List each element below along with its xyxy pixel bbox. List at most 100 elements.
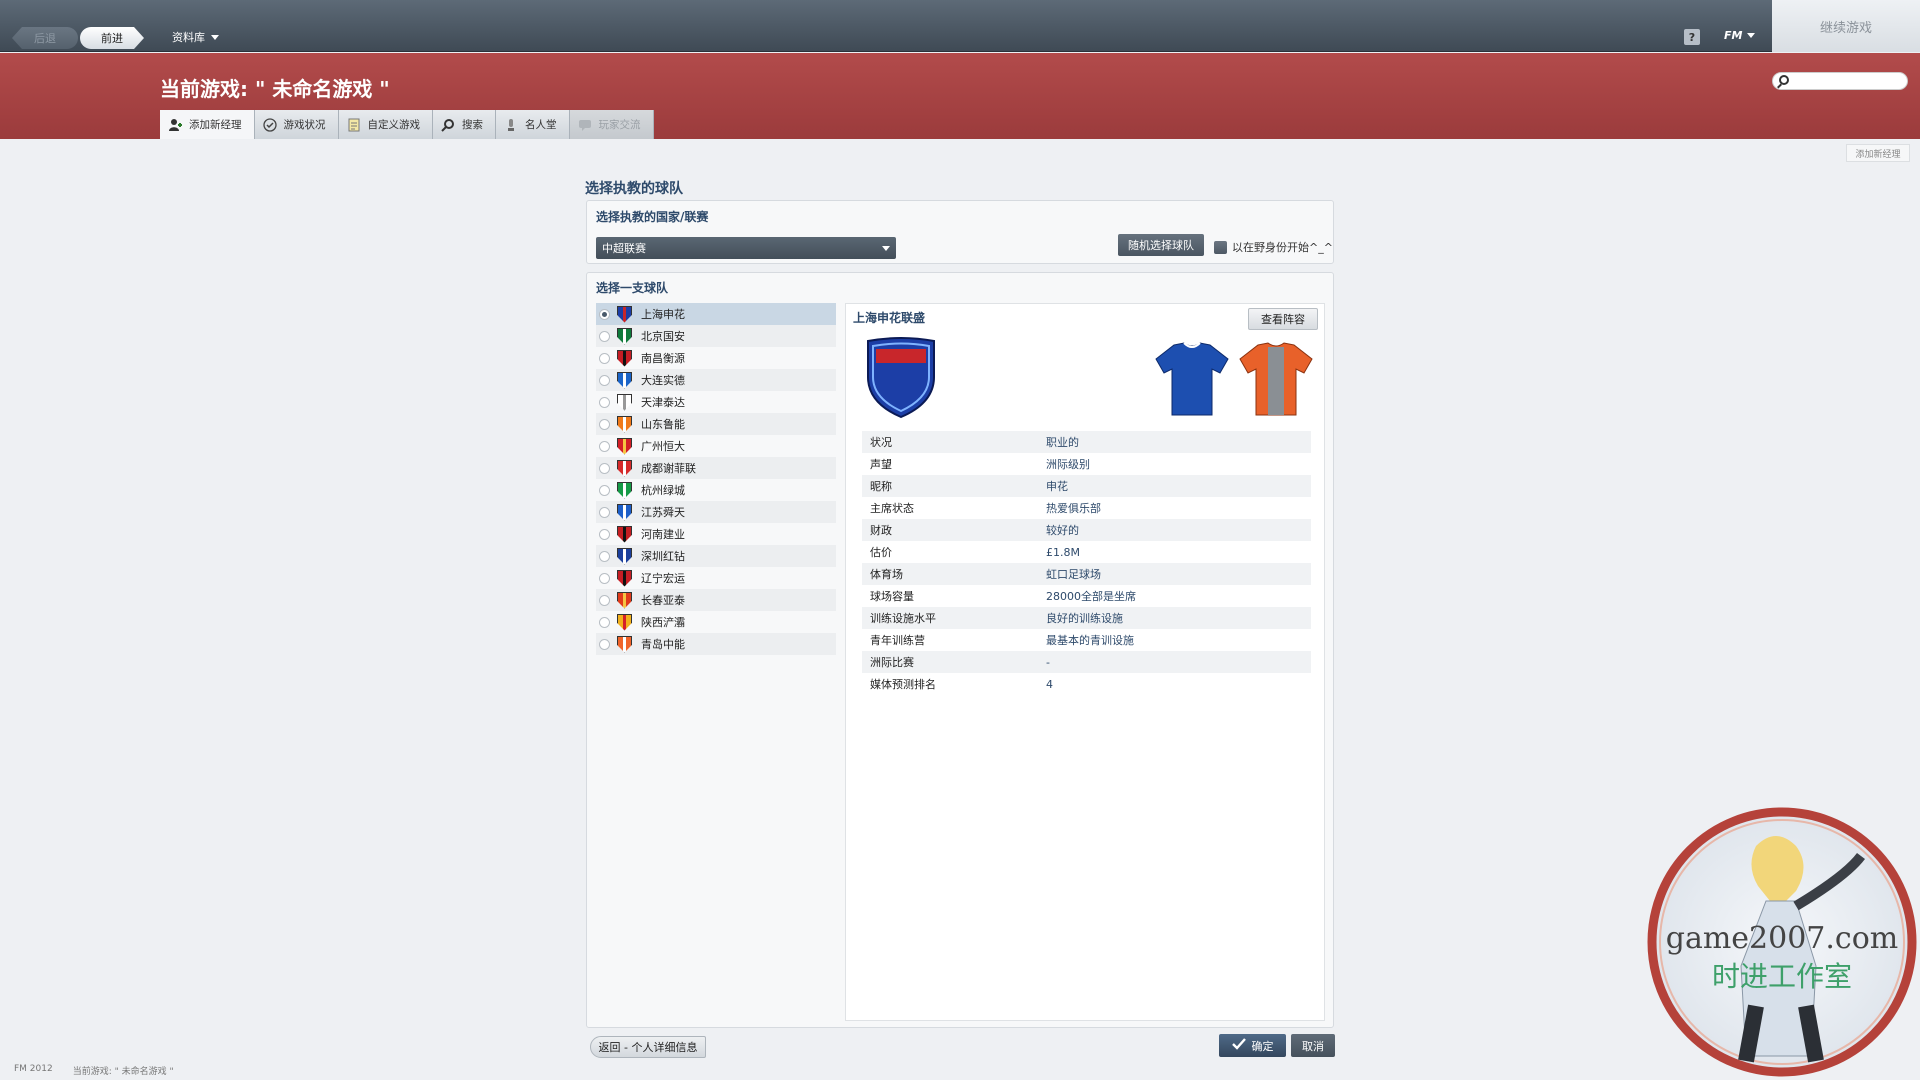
team-row[interactable]: 陕西浐灞 xyxy=(596,611,836,633)
team-row[interactable]: 辽宁宏运 xyxy=(596,567,836,589)
tab-label: 添加新经理 xyxy=(189,119,242,131)
help-button[interactable]: ? xyxy=(1684,29,1700,45)
team-row[interactable]: 天津泰达 xyxy=(596,391,836,413)
tab-label: 玩家交流 xyxy=(598,119,641,131)
team-radio[interactable] xyxy=(599,374,610,386)
start-unemployed-label: 以在野身份开始^_^ xyxy=(1232,241,1333,254)
back-to-personal-details-button[interactable]: 返回 - 个人详细信息 xyxy=(590,1036,706,1058)
random-team-button[interactable]: 随机选择球队 xyxy=(1118,234,1204,256)
info-value: - xyxy=(1046,655,1050,669)
team-radio[interactable] xyxy=(599,638,610,650)
chevron-down-icon xyxy=(882,246,890,251)
team-row[interactable]: 深圳红钻 xyxy=(596,545,836,567)
watermark-stamp: game2007.com 时进工作室 xyxy=(1647,807,1917,1077)
tab-search[interactable]: 搜索 xyxy=(433,110,496,139)
team-row[interactable]: 江苏舜天 xyxy=(596,501,836,523)
version-text: FM 2012 xyxy=(14,1064,53,1074)
team-row[interactable]: 青岛中能 xyxy=(596,633,836,655)
home-kit-icon xyxy=(1155,342,1229,416)
checkmark-icon xyxy=(1231,1038,1246,1053)
team-row[interactable]: 山东鲁能 xyxy=(596,413,836,435)
search-box[interactable] xyxy=(1772,72,1908,90)
team-badge-icon xyxy=(617,349,632,367)
resources-menu[interactable]: 资料库 xyxy=(172,29,219,45)
team-badge-icon xyxy=(617,613,632,631)
info-label: 训练设施水平 xyxy=(870,612,936,625)
team-name: 成都谢菲联 xyxy=(641,462,696,475)
team-row[interactable]: 广州恒大 xyxy=(596,435,836,457)
team-radio[interactable] xyxy=(599,484,610,496)
info-value: 虹口足球场 xyxy=(1046,568,1101,581)
start-unemployed-checkbox[interactable] xyxy=(1214,240,1227,254)
team-radio[interactable] xyxy=(599,462,610,474)
team-radio[interactable] xyxy=(599,528,610,540)
info-label: 洲际比赛 xyxy=(870,656,914,669)
search-icon xyxy=(1779,75,1789,85)
team-radio[interactable] xyxy=(599,506,610,518)
start-unemployed-option[interactable]: 以在野身份开始^_^ xyxy=(1214,239,1333,255)
info-label: 球场容量 xyxy=(870,590,914,603)
team-row[interactable]: 上海申花 xyxy=(596,303,836,325)
team-radio[interactable] xyxy=(599,330,610,342)
team-row[interactable]: 长春亚泰 xyxy=(596,589,836,611)
league-dropdown[interactable]: 中超联赛 xyxy=(596,237,896,259)
page-header: 当前游戏: " 未命名游戏 " 添加新经理 游戏状况 自定义游戏 搜索 名人堂 … xyxy=(0,53,1920,139)
info-label: 声望 xyxy=(870,458,892,471)
info-value: 28000全部是坐席 xyxy=(1046,590,1136,603)
info-label: 体育场 xyxy=(870,568,903,581)
team-select-panel: 选择一支球队 上海申花 北京国安南昌衡源大连实德天津泰达 山东鲁能广州恒大成都谢菲联… xyxy=(586,272,1334,1028)
team-badge-icon xyxy=(617,327,632,345)
info-row: 财政 较好的 xyxy=(862,519,1311,541)
club-name: 上海申花联盛 xyxy=(853,311,926,325)
tab-bar: 添加新经理 游戏状况 自定义游戏 搜索 名人堂 玩家交流 xyxy=(160,110,654,139)
team-badge-icon xyxy=(617,415,632,433)
country-league-panel: 选择执教的国家/联赛 中超联赛 随机选择球队 以在野身份开始^_^ xyxy=(586,200,1334,264)
team-row[interactable]: 成都谢菲联 xyxy=(596,457,836,479)
continue-game-button[interactable]: 继续游戏 xyxy=(1772,0,1920,52)
tab-custom-game[interactable]: 自定义游戏 xyxy=(338,110,433,139)
back-button[interactable]: 后退 xyxy=(12,27,78,49)
team-row[interactable]: 南昌衡源 xyxy=(596,347,836,369)
team-badge-icon xyxy=(617,547,632,565)
team-badge-icon xyxy=(617,371,632,389)
team-radio[interactable] xyxy=(599,352,610,364)
team-radio[interactable] xyxy=(599,396,610,408)
tab-add-manager[interactable]: 添加新经理 xyxy=(160,110,255,139)
info-label: 青年训练营 xyxy=(870,634,925,647)
team-radio[interactable] xyxy=(599,418,610,430)
team-badge-icon xyxy=(617,635,632,653)
tab-game-status[interactable]: 游戏状况 xyxy=(254,110,339,139)
team-row[interactable]: 河南建业 xyxy=(596,523,836,545)
forward-button[interactable]: 前进 xyxy=(80,27,144,49)
team-radio[interactable] xyxy=(599,616,610,628)
club-crest-icon xyxy=(867,337,935,419)
team-radio[interactable] xyxy=(599,572,610,584)
team-select-heading: 选择一支球队 xyxy=(596,281,669,295)
team-badge-icon xyxy=(617,569,632,587)
info-label: 主席状态 xyxy=(870,502,914,515)
cancel-button[interactable]: 取消 xyxy=(1291,1034,1335,1057)
search-input[interactable] xyxy=(1795,74,1903,88)
section-title: 选择执教的球队 xyxy=(585,181,683,197)
team-radio[interactable] xyxy=(599,308,610,320)
team-radio[interactable] xyxy=(599,440,610,452)
team-radio[interactable] xyxy=(599,550,610,562)
team-row[interactable]: 北京国安 xyxy=(596,325,836,347)
fm-menu[interactable]: FM xyxy=(1724,29,1756,42)
info-row: 状况 职业的 xyxy=(862,431,1311,453)
info-value: 最基本的青训设施 xyxy=(1046,634,1134,647)
confirm-button[interactable]: 确定 xyxy=(1219,1034,1286,1057)
tab-label: 搜索 xyxy=(462,119,483,131)
country-league-heading: 选择执教的国家/联赛 xyxy=(596,210,709,224)
team-row[interactable]: 杭州绿城 xyxy=(596,479,836,501)
team-name: 南昌衡源 xyxy=(641,352,685,365)
tab-hall-of-fame[interactable]: 名人堂 xyxy=(496,110,570,139)
team-name: 大连实德 xyxy=(641,374,685,387)
view-squad-button[interactable]: 查看阵容 xyxy=(1248,308,1318,330)
team-radio[interactable] xyxy=(599,594,610,606)
team-name: 陕西浐灞 xyxy=(641,616,685,629)
team-name: 广州恒大 xyxy=(641,440,685,453)
chevron-down-icon xyxy=(211,34,219,40)
team-row[interactable]: 大连实德 xyxy=(596,369,836,391)
team-badge-icon xyxy=(617,459,632,477)
